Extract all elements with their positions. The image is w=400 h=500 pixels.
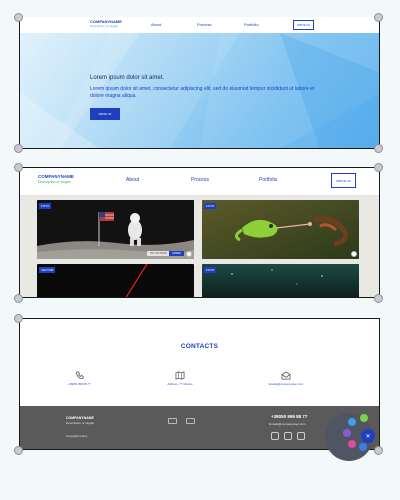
contact-item-phone[interactable]: +38050 999 88 77 bbox=[39, 371, 119, 386]
nav-link-process[interactable]: Process bbox=[197, 22, 211, 27]
resize-handle[interactable] bbox=[14, 13, 23, 22]
contact-phone-label: +38050 999 88 77 bbox=[67, 382, 91, 386]
card-share-icon[interactable] bbox=[351, 251, 357, 257]
hero-write-us-button[interactable]: WRITE US bbox=[90, 108, 120, 120]
mail-icon bbox=[281, 371, 291, 380]
resize-handle[interactable] bbox=[14, 144, 23, 153]
map-icon bbox=[175, 371, 185, 380]
card-payment-icon bbox=[168, 418, 177, 424]
footer-company-name: COMPANYNAME bbox=[66, 416, 94, 420]
logo[interactable]: COMPANYNAME Description or slogan bbox=[38, 174, 74, 184]
contact-item-email[interactable]: Emaile@companyuser.com bbox=[246, 371, 326, 386]
contact-item-address[interactable]: Address, 77 Ukraine bbox=[140, 371, 220, 386]
telegram-icon[interactable] bbox=[348, 418, 356, 426]
contact-address-label: Address, 77 Ukraine bbox=[167, 382, 193, 386]
whatsapp-icon[interactable] bbox=[360, 414, 368, 422]
social-icon[interactable] bbox=[284, 432, 292, 440]
resize-handle[interactable] bbox=[374, 446, 383, 455]
viber-icon[interactable] bbox=[343, 429, 351, 437]
company-slogan: Description or slogan bbox=[38, 179, 71, 184]
resize-handle[interactable] bbox=[14, 446, 23, 455]
resize-handle[interactable] bbox=[374, 144, 383, 153]
resize-handle[interactable] bbox=[14, 294, 23, 303]
card-order-button[interactable]: ORDER bbox=[168, 251, 184, 256]
phone-icon bbox=[75, 371, 83, 379]
company-name: COMPANYNAME bbox=[38, 174, 74, 179]
preview-frame-portfolio: COMPANYNAME Description or slogan About … bbox=[19, 167, 380, 298]
nav-link-about[interactable]: About bbox=[151, 22, 161, 27]
nav-link-process[interactable]: Process bbox=[191, 177, 209, 183]
footer-phone[interactable]: +38050 999 88 77 bbox=[271, 414, 307, 419]
nav-link-about[interactable]: About bbox=[126, 177, 139, 183]
portfolio-card[interactable]: FOTO TRY ON HOLD ORDER bbox=[37, 200, 194, 259]
portfolio-card[interactable]: FOTO bbox=[202, 200, 359, 259]
social-icon[interactable] bbox=[297, 432, 305, 440]
footer-company-slogan: Description or slogan bbox=[66, 421, 95, 425]
card-share-icon[interactable] bbox=[186, 251, 192, 257]
card-image-vector bbox=[125, 264, 148, 297]
company-slogan: Description or slogan bbox=[90, 24, 119, 28]
hero-text: Lorem ipsum dolor sit amet, consectetur … bbox=[90, 86, 315, 99]
card-tag: VECTOR bbox=[39, 267, 56, 273]
footer-email[interactable]: Emaile@companyuser.com bbox=[269, 422, 306, 426]
card-status-pill: TRY ON HOLD bbox=[147, 251, 170, 256]
resize-handle[interactable] bbox=[14, 163, 23, 172]
resize-handle[interactable] bbox=[374, 13, 383, 22]
card-tag: FOTO bbox=[39, 203, 52, 209]
logo[interactable]: COMPANYNAME Description or slogan bbox=[90, 20, 122, 28]
portfolio-grid: FOTO TRY ON HOLD ORDER FOTO VECTOR FOTO bbox=[20, 195, 379, 297]
instagram-icon[interactable] bbox=[348, 440, 356, 448]
header-nav: COMPANYNAME Description or slogan About … bbox=[20, 17, 379, 33]
contacts-title: CONTACTS bbox=[180, 343, 219, 350]
resize-handle[interactable] bbox=[374, 294, 383, 303]
nav-link-portfolio[interactable]: Portfolio bbox=[244, 22, 259, 27]
card-tag: FOTO bbox=[204, 267, 217, 273]
header-nav: COMPANYNAME Description or slogan About … bbox=[20, 168, 379, 195]
hero-section: Lorem ipsum dolor sit amet. Lorem ipsum … bbox=[20, 33, 379, 148]
card-tag: FOTO bbox=[204, 203, 217, 209]
resize-handle[interactable] bbox=[374, 163, 383, 172]
footer-copyright-link[interactable]: Copyright policy bbox=[66, 434, 87, 438]
write-us-button[interactable]: WRITE US bbox=[331, 173, 356, 188]
portfolio-card[interactable]: FOTO bbox=[202, 264, 359, 297]
nav-link-portfolio[interactable]: Portfolio bbox=[259, 177, 277, 183]
write-us-button[interactable]: WRITE US bbox=[293, 20, 314, 30]
preview-frame-hero: COMPANYNAME Description or slogan About … bbox=[19, 17, 380, 149]
resize-handle[interactable] bbox=[14, 314, 23, 323]
contact-email-label: Emaile@companyuser.com bbox=[268, 382, 304, 386]
messenger-icon[interactable] bbox=[359, 443, 367, 451]
close-widget-icon[interactable]: ✕ bbox=[361, 429, 375, 443]
card-payment-icon bbox=[186, 418, 195, 424]
portfolio-card[interactable]: VECTOR bbox=[37, 264, 194, 297]
card-image-chameleon bbox=[202, 200, 359, 259]
hero-title: Lorem ipsum dolor sit amet. bbox=[90, 75, 165, 81]
social-icon[interactable] bbox=[271, 432, 279, 440]
card-image-night-sky bbox=[202, 264, 359, 297]
